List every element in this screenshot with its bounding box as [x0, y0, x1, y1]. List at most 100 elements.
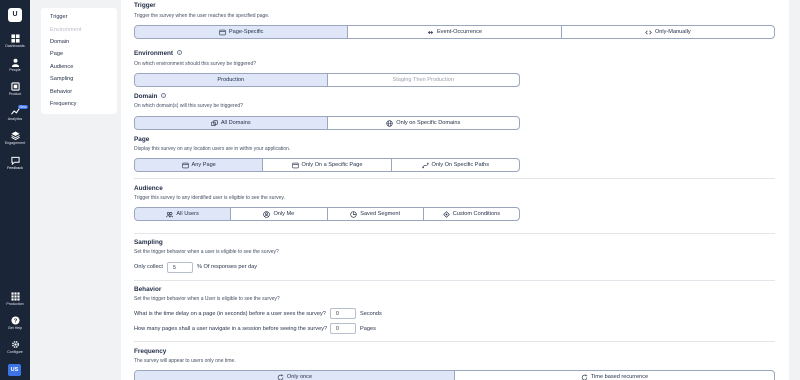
page-option-specific-page[interactable]: Only On a Specific Page	[263, 159, 392, 171]
audience-option-custom-conditions[interactable]: Custom Conditions	[424, 208, 519, 220]
subnav-item-behavior[interactable]: Behavior	[50, 89, 72, 95]
option-label: Only on Specific Domains	[396, 120, 461, 126]
trigger-option-page-specific[interactable]: Page-Specific	[135, 26, 349, 38]
page-option-any-page[interactable]: Any Page	[135, 159, 264, 171]
subnav-item-audience[interactable]: Audience	[50, 64, 73, 70]
domain-title-text: Domain	[134, 93, 158, 100]
environment-option-staging-then-production[interactable]: Staging Then Production	[328, 74, 520, 86]
page-icon	[219, 29, 226, 35]
frequency-title: Frequency	[134, 348, 167, 355]
delay-seconds-input[interactable]: 0	[330, 308, 356, 319]
nav-get-help[interactable]: ? Get Help	[0, 316, 30, 330]
behavior-pages-question: How many pages shall a user navigate in …	[134, 326, 328, 332]
frequency-desc: The survey will appear to users only one…	[134, 358, 236, 364]
environment-selector: Production Staging Then Production	[134, 73, 520, 87]
option-label: Any Page	[191, 162, 216, 168]
audience-option-only-me[interactable]: Only Me	[231, 208, 328, 220]
scrollbar[interactable]	[789, 0, 800, 380]
nav-label: Feedback	[7, 166, 23, 170]
option-label: Only On Specific Paths	[431, 162, 490, 168]
delay-unit: Seconds	[360, 311, 382, 317]
nav-label: Get Help	[7, 326, 23, 330]
users-icon	[166, 211, 174, 217]
page-desc: Display this survey on any location user…	[134, 146, 291, 152]
info-icon[interactable]: i	[161, 93, 167, 98]
globe-icon	[386, 119, 393, 127]
subnav-item-environment[interactable]: Environment	[50, 27, 81, 33]
domains-icon	[211, 119, 218, 126]
pages-unit: Pages	[360, 326, 376, 332]
left-nav: U Dashboards People Product New Analytic…	[0, 0, 30, 380]
nav-feedback[interactable]: Feedback	[0, 156, 30, 170]
domain-title: Domain i	[134, 93, 167, 100]
domain-option-specific-domains[interactable]: Only on Specific Domains	[328, 117, 520, 129]
nav-product[interactable]: Product	[0, 82, 30, 96]
subnav-item-page[interactable]: Page	[50, 51, 63, 57]
info-icon[interactable]: i	[177, 50, 183, 55]
nav-label: Dashboards	[5, 44, 25, 48]
subnav-item-trigger[interactable]: Trigger	[50, 14, 68, 20]
subnav-item-frequency[interactable]: Frequency	[50, 101, 76, 107]
environment-option-production[interactable]: Production	[135, 74, 328, 86]
page-option-specific-paths[interactable]: Only On Specific Paths	[392, 159, 519, 171]
section-divider	[134, 341, 775, 342]
paths-icon	[421, 162, 429, 168]
avatar[interactable]: US	[8, 364, 21, 376]
pages-count-input[interactable]: 0	[330, 323, 356, 334]
trigger-option-only-manually[interactable]: Only-Manually	[562, 26, 774, 38]
audience-title: Audience	[134, 185, 163, 192]
option-label: Only-Manually	[654, 29, 691, 35]
option-label: Time based recurrence	[590, 374, 649, 380]
behavior-desc: Set the trigger behavior when a User is …	[134, 296, 280, 302]
people-icon	[11, 58, 19, 67]
option-label: Custom Conditions	[452, 211, 500, 217]
engagement-icon	[10, 131, 20, 140]
event-icon	[427, 30, 433, 34]
page-icon	[291, 162, 299, 168]
sampling-percent-input[interactable]: 5	[167, 262, 193, 273]
section-divider	[134, 178, 775, 179]
nav-label: Configure	[7, 350, 23, 354]
nav-label: Production	[6, 302, 24, 306]
nav-analytics[interactable]: New Analytics	[0, 105, 30, 121]
environment-title: Environment i	[134, 50, 183, 57]
app-logo[interactable]: U	[8, 8, 22, 22]
subnav-item-sampling[interactable]: Sampling	[50, 76, 73, 82]
nav-label: Engagement	[4, 141, 26, 145]
trigger-selector: Page-Specific Event-Occurrence Only-Manu…	[134, 25, 775, 39]
nav-engagement[interactable]: Engagement	[0, 131, 30, 145]
help-icon: ?	[10, 316, 20, 325]
nav-production[interactable]: Production	[0, 292, 30, 306]
option-label: All Users	[176, 211, 199, 217]
option-label: Saved Segment	[360, 211, 401, 217]
frequency-option-only-once[interactable]: Only once	[135, 371, 455, 380]
frequency-selector: Only once Time based recurrence	[134, 370, 775, 380]
nav-label: People	[9, 68, 21, 72]
section-divider	[134, 280, 775, 281]
nav-label: Analytics	[7, 117, 23, 121]
frequency-option-time-based-recurrence[interactable]: Time based recurrence	[455, 371, 774, 380]
new-badge: New	[18, 105, 29, 109]
code-icon	[645, 30, 652, 34]
nav-configure[interactable]: Configure	[0, 340, 30, 354]
nav-people[interactable]: People	[0, 58, 30, 72]
trigger-title: Trigger	[134, 2, 156, 9]
option-label: Only On a Specific Page	[301, 162, 363, 168]
trigger-option-event-occurrence[interactable]: Event-Occurrence	[348, 26, 562, 38]
page-title: Page	[134, 136, 150, 143]
subnav-item-domain[interactable]: Domain	[50, 39, 69, 45]
domain-option-all-domains[interactable]: All Domains	[135, 117, 328, 129]
audience-selector: All Users Only Me Saved Segment Custom C…	[134, 207, 520, 221]
option-label: All Domains	[220, 120, 251, 126]
behavior-delay-question: What is the time delay on a page (in sec…	[134, 311, 326, 317]
nav-dashboards[interactable]: Dashboards	[0, 34, 30, 48]
environment-title-text: Environment	[134, 50, 174, 57]
option-label: Page-Specific	[228, 29, 264, 35]
gear-icon	[11, 341, 19, 348]
audience-option-saved-segment[interactable]: Saved Segment	[328, 208, 424, 220]
user-icon	[263, 210, 271, 218]
audience-option-all-users[interactable]: All Users	[135, 208, 232, 220]
option-label: Event-Occurrence	[436, 29, 483, 35]
sampling-label: Only collect	[134, 264, 163, 270]
refresh-icon	[581, 374, 588, 380]
